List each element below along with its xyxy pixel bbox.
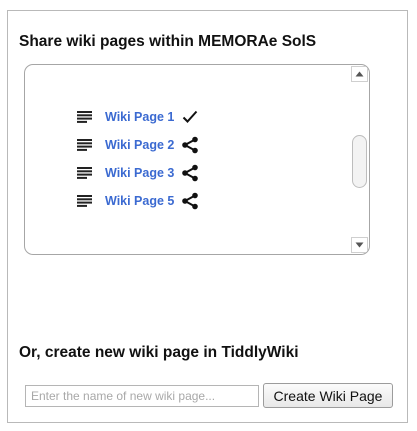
document-lines-icon (77, 111, 92, 123)
check-icon (181, 108, 199, 126)
share-section-title: Share wiki pages within MEMORAe SolS (19, 33, 317, 50)
wiki-page-link-2[interactable]: Wiki Page 2 (105, 138, 174, 152)
arrow-down-icon (355, 242, 364, 248)
wiki-page-item-4: Wiki Page 5 (77, 187, 199, 215)
new-page-name-input[interactable] (25, 385, 259, 407)
document-lines-icon (77, 167, 92, 179)
wiki-page-link-4[interactable]: Wiki Page 5 (105, 194, 174, 208)
wiki-panel: Share wiki pages within MEMORAe SolS Wik… (7, 10, 408, 423)
wiki-page-list-content: Wiki Page 1 Wiki Page 2 Wiki Page 3 Wiki… (77, 103, 199, 215)
vertical-scrollbar[interactable] (351, 66, 368, 253)
document-lines-icon (77, 139, 92, 151)
wiki-page-item-1: Wiki Page 1 (77, 103, 199, 131)
wiki-page-link-3[interactable]: Wiki Page 3 (105, 166, 174, 180)
share-icon[interactable] (181, 192, 199, 210)
arrow-up-icon (355, 71, 364, 77)
wiki-page-item-2: Wiki Page 2 (77, 131, 199, 159)
wiki-page-link-1[interactable]: Wiki Page 1 (105, 110, 174, 124)
share-icon[interactable] (181, 136, 199, 154)
share-icon[interactable] (181, 164, 199, 182)
scroll-up-button[interactable] (351, 66, 368, 82)
scroll-down-button[interactable] (351, 237, 368, 253)
wiki-page-list[interactable]: Wiki Page 1 Wiki Page 2 Wiki Page 3 Wiki… (24, 64, 370, 255)
wiki-page-item-3: Wiki Page 3 (77, 159, 199, 187)
create-section-title: Or, create new wiki page in TiddlyWiki (19, 344, 299, 361)
create-wiki-page-button[interactable]: Create Wiki Page (263, 383, 393, 408)
document-lines-icon (77, 195, 92, 207)
scroll-thumb[interactable] (352, 135, 367, 188)
